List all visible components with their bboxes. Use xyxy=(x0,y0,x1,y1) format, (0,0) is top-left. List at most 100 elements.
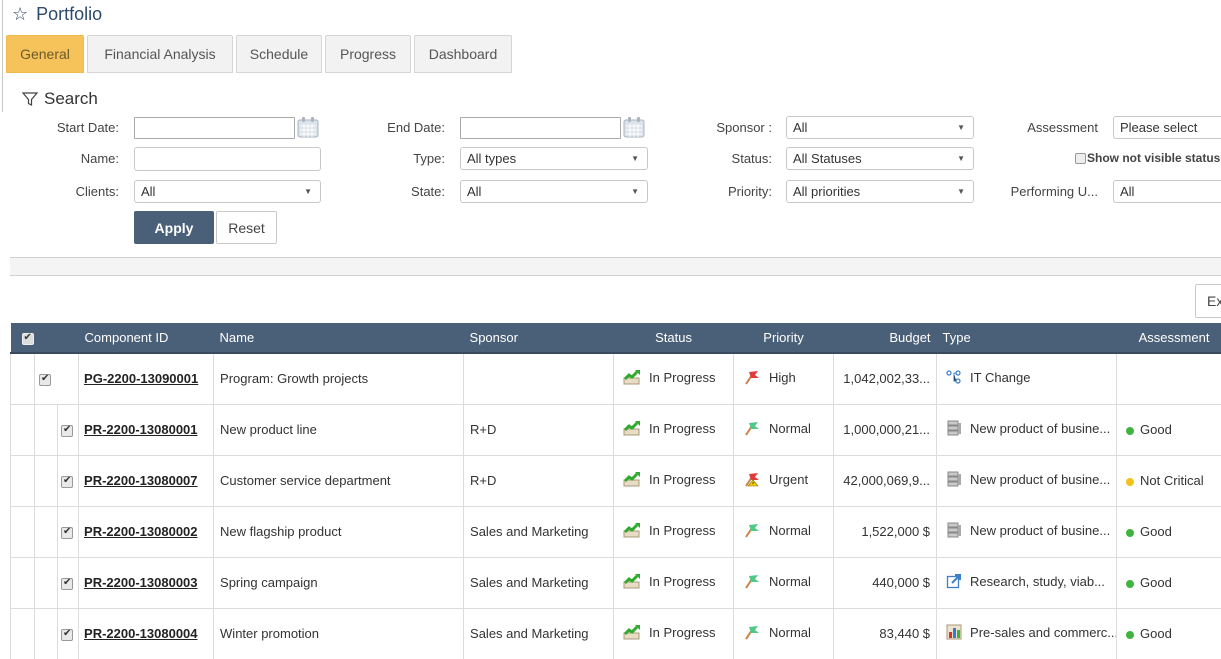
row-checkbox[interactable] xyxy=(61,424,73,437)
start-date-label: Start Date: xyxy=(56,120,119,135)
tab-progress[interactable]: Progress xyxy=(325,35,411,73)
sponsor-select-value: All xyxy=(793,120,808,135)
assessment-cell: Good xyxy=(1116,403,1221,456)
type-text: IT Change xyxy=(970,370,1031,386)
bar-chart-icon xyxy=(946,624,962,643)
reset-button[interactable]: Reset xyxy=(216,211,277,244)
table-row[interactable]: PR-2200-13080003 Spring campaignSales and… xyxy=(10,556,1221,609)
dropdown-arrow-icon: ▼ xyxy=(957,187,965,196)
calendar-icon[interactable] xyxy=(297,116,319,138)
component-id-link[interactable]: PG-2200-13090001 xyxy=(84,371,198,386)
assessment-cell: Good xyxy=(1116,556,1221,609)
page-title: ☆ Portfolio xyxy=(12,3,102,25)
table-row[interactable]: PR-2200-13080004 Winter promotionSales an… xyxy=(10,607,1221,659)
column-header-name[interactable]: Name xyxy=(213,323,464,354)
checkbox-box[interactable] xyxy=(1075,152,1086,164)
row-select-cell[interactable] xyxy=(56,607,80,659)
state-select[interactable]: All ▼ xyxy=(460,180,648,203)
dropdown-arrow-icon: ▼ xyxy=(957,123,965,132)
budget-cell[interactable]: 42,000,069,9... xyxy=(833,454,938,507)
component-id-link[interactable]: PR-2200-13080003 xyxy=(84,575,197,590)
budget-cell: 83,440 $ xyxy=(833,607,938,659)
start-date-input[interactable] xyxy=(134,117,295,139)
component-id-link[interactable]: PR-2200-13080004 xyxy=(84,626,197,641)
performing-unit-label: Performing U... xyxy=(1010,184,1098,199)
search-section-title[interactable]: Search xyxy=(22,89,98,109)
state-select-value: All xyxy=(467,184,482,199)
assessment-select-value: Please select xyxy=(1120,120,1198,135)
sponsor-select[interactable]: All ▼ xyxy=(786,116,974,139)
component-id-link[interactable]: PR-2200-13080007 xyxy=(84,473,197,488)
in-progress-chart-icon xyxy=(623,420,641,439)
type-text: Research, study, viab... xyxy=(970,573,1105,589)
sponsor-cell: Sales and Marketing xyxy=(463,505,615,558)
component-id-link[interactable]: PR-2200-13080001 xyxy=(84,422,197,437)
row-select-cell[interactable] xyxy=(56,403,80,456)
column-header-status[interactable]: Status xyxy=(613,323,734,354)
status-cell: In Progress xyxy=(613,556,735,609)
type-select[interactable]: All types ▼ xyxy=(460,147,648,170)
row-indent xyxy=(34,556,58,609)
table-row[interactable]: PR-2200-13080001 New product lineR+D In Pr… xyxy=(10,403,1221,456)
apply-button[interactable]: Apply xyxy=(134,211,214,244)
status-cell: In Progress xyxy=(613,403,735,456)
row-checkbox[interactable] xyxy=(61,526,73,539)
tab-dashboard[interactable]: Dashboard xyxy=(414,35,512,73)
name-cell: Winter promotion xyxy=(213,607,465,659)
type-text: New product of busine... xyxy=(970,420,1111,436)
clients-select[interactable]: All ▼ xyxy=(134,180,321,203)
tab-financial-analysis[interactable]: Financial Analysis xyxy=(87,35,233,73)
priority-text: Urgent xyxy=(769,471,809,487)
row-checkbox[interactable] xyxy=(61,577,73,590)
row-select-cell[interactable] xyxy=(56,454,80,507)
server-stack-icon xyxy=(946,420,962,439)
table-row[interactable]: PR-2200-13080002 New flagship productSale… xyxy=(10,505,1221,558)
type-cell: New product of busine... xyxy=(936,403,1118,456)
priority-select[interactable]: All priorities ▼ xyxy=(786,180,974,203)
type-label: Type: xyxy=(413,151,445,166)
show-not-visible-checkbox[interactable]: Show not visible statuse xyxy=(1075,151,1221,165)
export-button[interactable]: Ex xyxy=(1195,284,1221,318)
table-row[interactable]: PG-2200-13090001 Program: Growth projects… xyxy=(10,352,1221,405)
priority-text: Normal xyxy=(769,624,811,640)
calendar-icon[interactable] xyxy=(623,116,645,138)
tab-general[interactable]: General xyxy=(6,35,84,73)
row-select-cell[interactable] xyxy=(33,352,80,405)
performing-unit-select[interactable]: All xyxy=(1113,180,1221,203)
row-checkbox[interactable] xyxy=(61,475,73,488)
end-date-input[interactable] xyxy=(460,117,621,139)
green-flag-icon xyxy=(743,420,761,439)
row-select-cell[interactable] xyxy=(56,505,80,558)
name-cell: Customer service department xyxy=(213,454,465,507)
dropdown-arrow-icon: ▼ xyxy=(957,154,965,163)
column-header-sponsor[interactable]: Sponsor xyxy=(463,323,614,354)
column-header-budget[interactable]: Budget xyxy=(833,323,937,354)
assessment-select[interactable]: Please select xyxy=(1113,116,1221,139)
column-header-priority[interactable]: Priority xyxy=(733,323,834,354)
star-outline-icon[interactable]: ☆ xyxy=(12,4,28,25)
tab-schedule[interactable]: Schedule xyxy=(236,35,322,73)
sponsor-cell: Sales and Marketing xyxy=(463,556,615,609)
column-header-type[interactable]: Type xyxy=(936,323,1117,354)
table-row[interactable]: PR-2200-13080007 Customer service departm… xyxy=(10,454,1221,507)
row-spacer xyxy=(10,505,35,558)
end-date-label: End Date: xyxy=(387,120,445,135)
name-cell: New product line xyxy=(213,403,465,456)
column-header-component-id[interactable]: Component ID xyxy=(78,323,214,354)
priority-cell: Normal xyxy=(733,403,835,456)
name-input[interactable] xyxy=(134,147,321,171)
component-id-cell: PR-2200-13080001 xyxy=(78,403,215,456)
row-select-cell[interactable] xyxy=(56,556,80,609)
budget-cell[interactable]: 1,522,000 $ xyxy=(833,505,938,558)
row-checkbox[interactable] xyxy=(39,373,51,386)
priority-text: Normal xyxy=(769,573,811,589)
tab-bar: General Financial Analysis Schedule Prog… xyxy=(6,35,515,73)
column-header-assessment[interactable]: Assessment xyxy=(1116,323,1221,354)
select-all-checkbox[interactable] xyxy=(21,332,34,345)
row-checkbox[interactable] xyxy=(61,628,73,641)
select-all-cell[interactable] xyxy=(10,323,79,354)
component-id-link[interactable]: PR-2200-13080002 xyxy=(84,524,197,539)
status-select[interactable]: All Statuses ▼ xyxy=(786,147,974,170)
clients-label: Clients: xyxy=(75,184,119,199)
assessment-status-dot-icon xyxy=(1126,528,1135,537)
